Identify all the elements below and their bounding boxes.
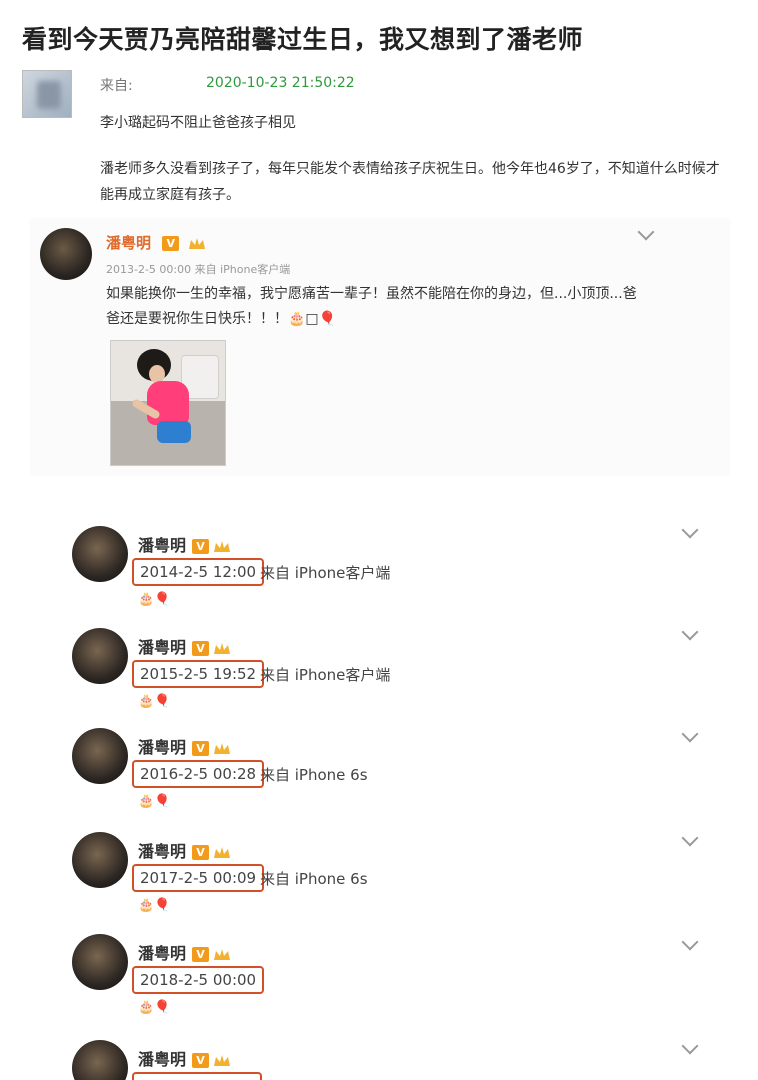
list-item: 潘粤明 V 2018-2-5 00:00 🎂🎈 [72, 930, 732, 1025]
author-name-text[interactable]: 潘粤明 [138, 842, 186, 861]
post-first-line: 李小璐起码不阻止爸爸孩子相见 [100, 115, 296, 131]
post-date: 2014-2-5 12:00 [132, 558, 265, 586]
author-name-text[interactable]: 潘粤明 [138, 738, 186, 757]
post-photo[interactable] [110, 340, 226, 466]
author-name[interactable]: 潘粤明 V [138, 532, 231, 556]
avatar[interactable] [22, 70, 72, 118]
author-name-text[interactable]: 潘粤明 [138, 536, 186, 555]
verified-icon: V [192, 641, 210, 656]
author-name-text[interactable]: 潘粤明 [138, 638, 186, 657]
chevron-down-icon[interactable] [681, 623, 699, 641]
avatar[interactable] [72, 526, 128, 582]
emoji-icons: 🎂🎈 [138, 1000, 171, 1015]
post-date: 2015-2-5 19:52 [132, 660, 265, 688]
post-meta: 2013-2-5 00:00 来自 iPhone客户端 [106, 263, 291, 276]
page-title: 看到今天贾乃亮陪甜馨过生日，我又想到了潘老师 [22, 25, 584, 54]
chevron-down-icon[interactable] [681, 933, 699, 951]
avatar[interactable] [72, 628, 128, 684]
chevron-down-icon[interactable] [681, 829, 699, 847]
avatar[interactable] [72, 832, 128, 888]
crown-icon [214, 1054, 231, 1066]
author-name[interactable]: 潘粤明 V [138, 734, 231, 758]
emoji-icons: 🎂🎈 [138, 694, 171, 709]
author-name[interactable]: 潘粤明 V [138, 1046, 231, 1070]
verified-icon: V [192, 947, 210, 962]
chevron-down-icon[interactable] [681, 521, 699, 539]
from-label: 来自: [100, 78, 133, 94]
post-date: 2016-2-5 00:28 [132, 760, 265, 788]
author-name-text[interactable]: 潘粤明 [106, 234, 151, 252]
author-name-text[interactable]: 潘粤明 [138, 944, 186, 963]
chevron-down-icon[interactable] [681, 725, 699, 743]
author-name[interactable]: 潘粤明 V [106, 232, 206, 253]
weibo-post-card: 潘粤明 V 2013-2-5 00:00 来自 iPhone客户端 如果能换你一… [30, 218, 730, 476]
author-name[interactable]: 潘粤明 V [138, 634, 231, 658]
crown-icon [214, 948, 231, 960]
list-item: 潘粤明 V 2016-2-5 00:28 来自 iPhone 6s 🎂🎈 [72, 724, 732, 819]
verified-icon: V [192, 1053, 210, 1068]
verified-icon: V [162, 236, 180, 251]
post-header: 来自: 2020-10-23 21:50:22 李小璐起码不阻止爸爸孩子相见 [22, 68, 722, 131]
list-item: 潘粤明 V 2017-2-5 00:09 来自 iPhone 6s 🎂🎈 [72, 828, 732, 923]
author-name[interactable]: 潘粤明 V [138, 838, 231, 862]
post-text: 如果能换你一生的幸福，我宁愿痛苦一辈子！虽然不能陪在你的身边，但...小顶顶..… [106, 286, 637, 327]
verified-icon: V [192, 741, 210, 756]
post-timestamp: 2020-10-23 21:50:22 [206, 75, 355, 91]
post-source: 来自 iPhone 6s [260, 766, 368, 784]
author-name-text[interactable]: 潘粤明 [138, 1050, 186, 1069]
author-name[interactable]: 潘粤明 V [138, 940, 231, 964]
post-source: 来自 iPhone客户端 [260, 666, 391, 684]
avatar[interactable] [72, 934, 128, 990]
avatar[interactable] [72, 728, 128, 784]
post-source: 来自 iPhone 6s [260, 870, 368, 888]
post-date: 2017-2-5 00:09 [132, 864, 265, 892]
post-date: 2018-2-5 00:00 [132, 966, 265, 994]
post-paragraph: 潘老师多久没看到孩子了，每年只能发个表情给孩子庆祝生日。他今年也46岁了，不知道… [100, 161, 720, 203]
list-item: 潘粤明 V [72, 1036, 732, 1080]
list-item: 潘粤明 V 2015-2-5 19:52 来自 iPhone客户端 🎂🎈 [72, 623, 732, 719]
chevron-down-icon[interactable] [637, 223, 655, 241]
avatar[interactable] [72, 1040, 128, 1080]
verified-icon: V [192, 539, 210, 554]
emoji-icons: 🎂🎈 [138, 592, 171, 607]
crown-icon [214, 540, 231, 552]
crown-icon [214, 742, 231, 754]
crown-icon [189, 237, 206, 249]
crown-icon [214, 642, 231, 654]
chevron-down-icon[interactable] [681, 1037, 699, 1055]
avatar[interactable] [40, 228, 92, 280]
verified-icon: V [192, 845, 210, 860]
post-source: 来自 iPhone客户端 [260, 564, 391, 582]
post-date [132, 1072, 262, 1080]
emoji-icons: 🎂🎈 [138, 794, 171, 809]
crown-icon [214, 846, 231, 858]
list-item: 潘粤明 V 2014-2-5 12:00 来自 iPhone客户端 🎂🎈 [72, 521, 732, 617]
emoji-icons: 🎂🎈 [138, 898, 171, 913]
